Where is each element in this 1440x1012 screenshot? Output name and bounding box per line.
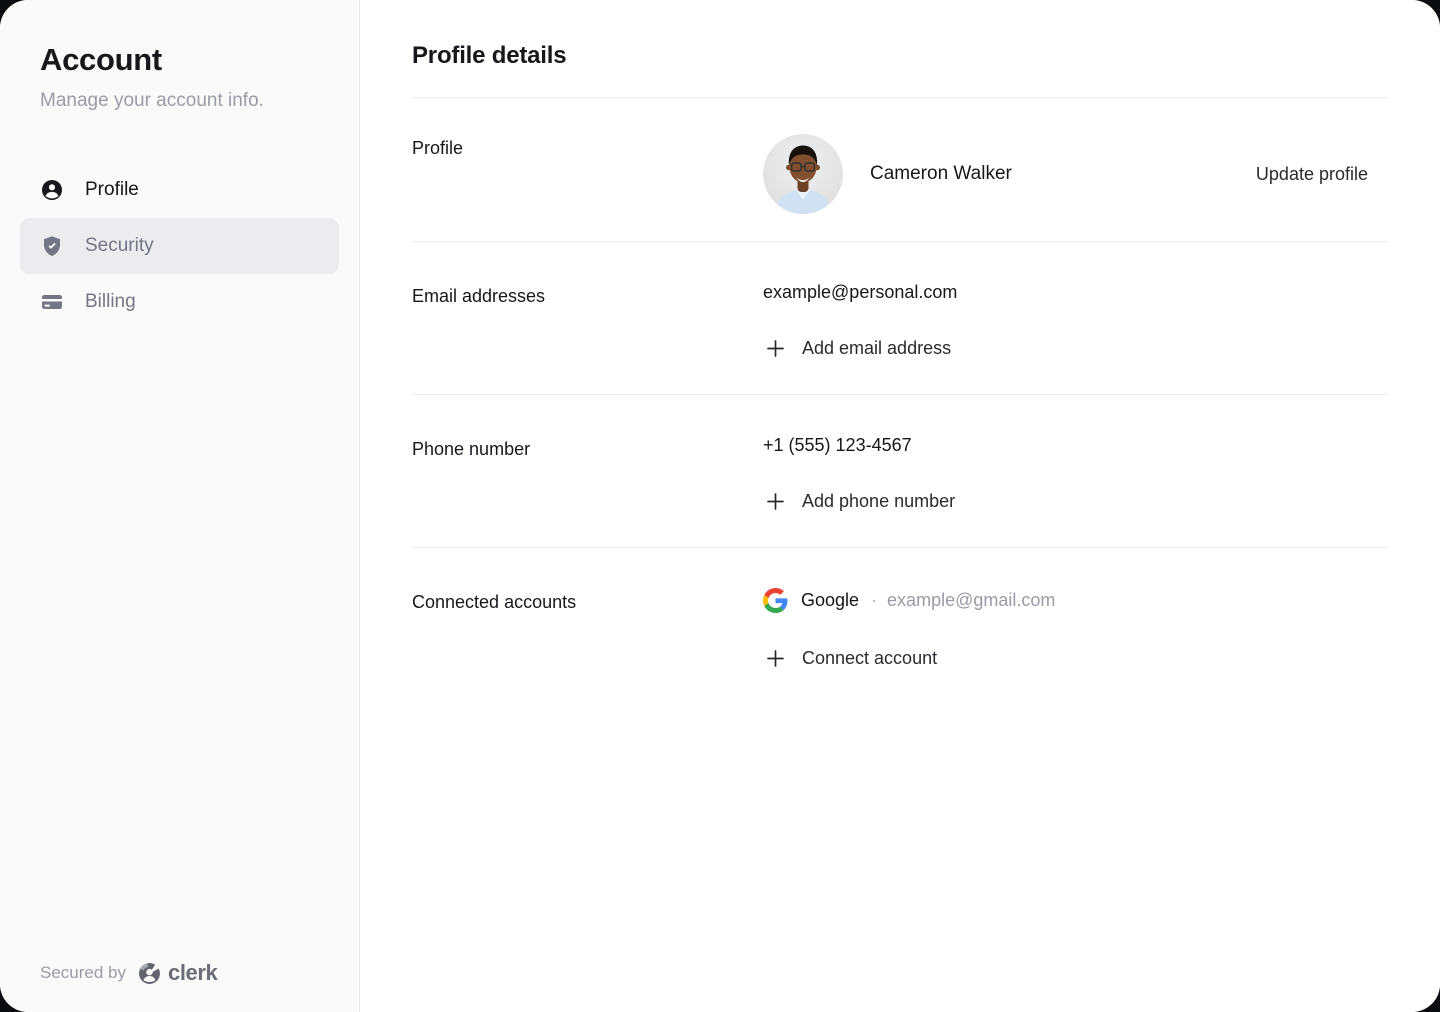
- add-phone-button[interactable]: Add phone number: [763, 490, 961, 513]
- sidebar-item-billing[interactable]: Billing: [20, 274, 339, 330]
- phone-section: Phone number +1 (555) 123-4567 Add phone…: [412, 395, 1388, 548]
- clerk-brand-name: clerk: [168, 960, 217, 986]
- connect-account-button[interactable]: Connect account: [763, 647, 943, 670]
- sidebar-item-label: Profile: [85, 179, 139, 201]
- connect-account-label: Connect account: [802, 648, 937, 669]
- add-phone-label: Add phone number: [802, 491, 955, 512]
- page-subtitle: Manage your account info.: [40, 90, 319, 112]
- update-profile-button[interactable]: Update profile: [1256, 164, 1388, 185]
- secured-by-footer: Secured by clerk: [40, 960, 217, 986]
- account-modal: Account Manage your account info. Profil…: [0, 0, 1440, 1012]
- sidebar-item-label: Security: [85, 235, 154, 257]
- phone-section-label: Phone number: [412, 435, 763, 513]
- profile-section-label: Profile: [412, 134, 763, 214]
- google-icon: [763, 588, 788, 613]
- connected-section-label: Connected accounts: [412, 588, 763, 670]
- sidebar-header: Account Manage your account info.: [20, 42, 339, 112]
- shield-check-icon: [40, 234, 64, 258]
- dot-separator: ·: [871, 590, 877, 611]
- panel-title: Profile details: [412, 42, 1388, 70]
- sidebar-item-security[interactable]: Security: [20, 218, 339, 274]
- secured-by-label: Secured by: [40, 963, 126, 983]
- connected-account-email: example@gmail.com: [887, 590, 1055, 611]
- email-section-label: Email addresses: [412, 282, 763, 360]
- user-circle-icon: [40, 178, 64, 202]
- sidebar-nav: Profile Security: [20, 162, 339, 330]
- add-email-button[interactable]: Add email address: [763, 337, 957, 360]
- profile-section: Profile: [412, 98, 1388, 242]
- email-section: Email addresses example@personal.com Add…: [412, 242, 1388, 395]
- avatar: [763, 134, 843, 214]
- clerk-logo[interactable]: clerk: [138, 960, 217, 986]
- sidebar: Account Manage your account info. Profil…: [0, 0, 360, 1012]
- profile-row: Cameron Walker Update profile: [763, 134, 1388, 214]
- profile-details-panel: Profile details Profile: [360, 0, 1440, 1012]
- connected-accounts-section: Connected accounts Google · example@gmai…: [412, 548, 1388, 704]
- phone-number-value: +1 (555) 123-4567: [763, 435, 1388, 456]
- plus-icon: [766, 492, 785, 511]
- clerk-logomark-icon: [138, 962, 161, 985]
- sidebar-item-label: Billing: [85, 291, 136, 313]
- connected-account-row: Google · example@gmail.com: [763, 588, 1388, 613]
- sidebar-item-profile[interactable]: Profile: [20, 162, 339, 218]
- plus-icon: [766, 649, 785, 668]
- provider-name: Google: [801, 590, 859, 611]
- page-title: Account: [40, 42, 319, 78]
- credit-card-icon: [40, 290, 64, 314]
- email-address-value: example@personal.com: [763, 282, 1388, 303]
- add-email-label: Add email address: [802, 338, 951, 359]
- plus-icon: [766, 339, 785, 358]
- user-full-name: Cameron Walker: [870, 163, 1012, 185]
